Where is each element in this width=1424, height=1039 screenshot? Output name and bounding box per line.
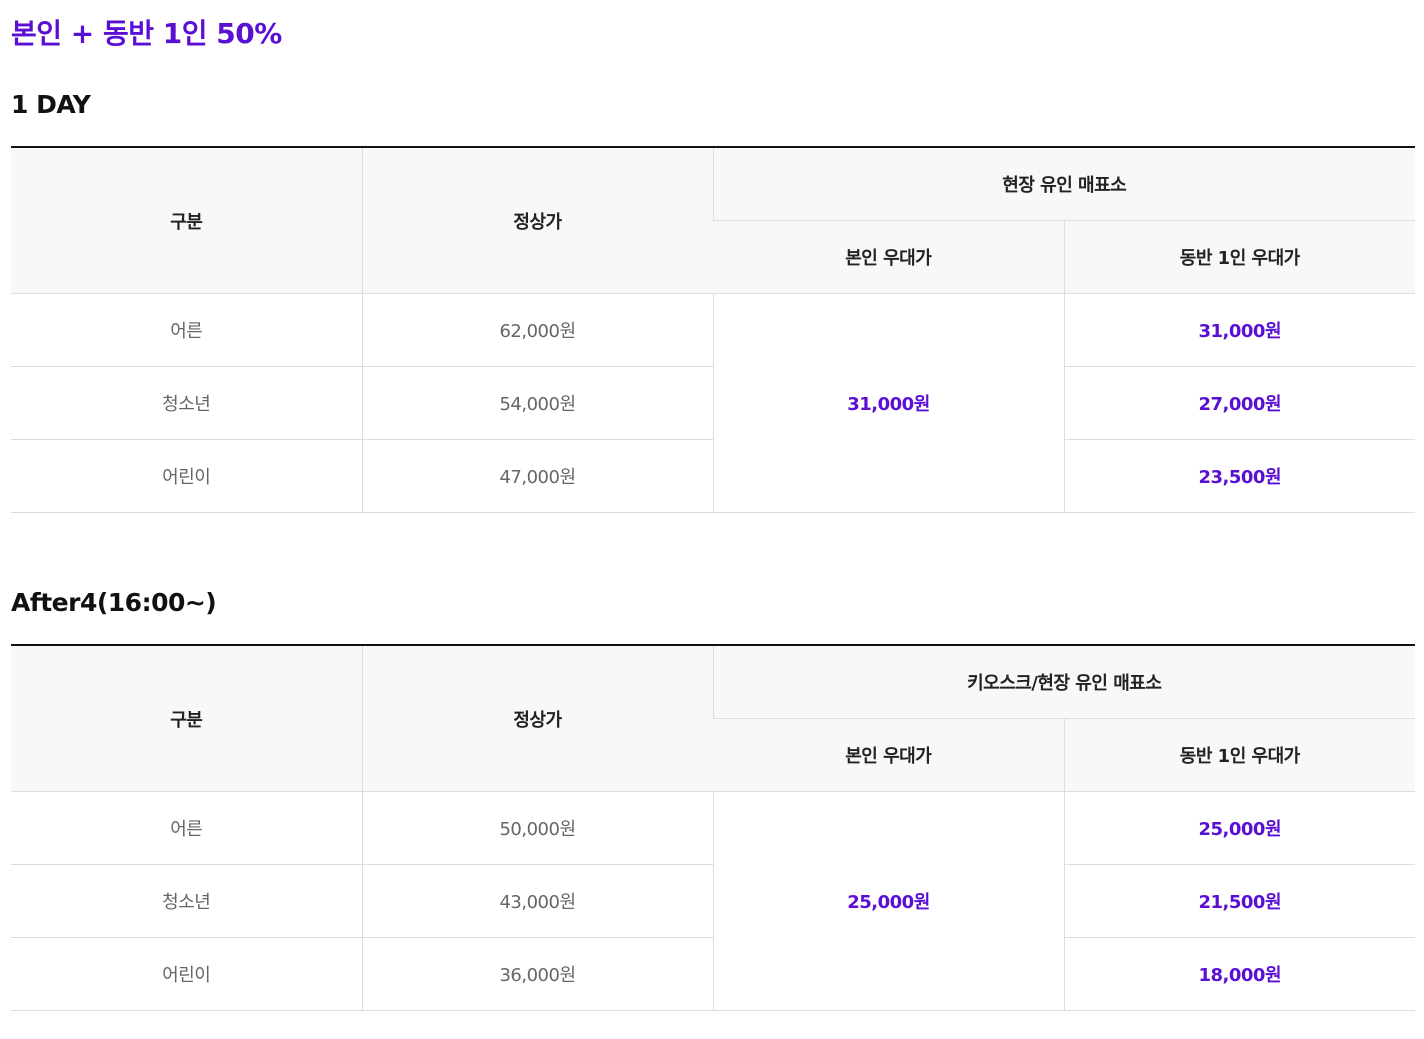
table-header-row: 구분 정상가 현장 유인 매표소 xyxy=(11,147,1416,294)
cell-regular-price: 36,000원 xyxy=(361,937,713,1011)
cell-companion-price: 25,000원 xyxy=(1063,791,1415,865)
section-title-after4: After4(16:00~) xyxy=(11,588,217,617)
cell-category: 어린이 xyxy=(11,439,362,513)
header-regular-price: 정상가 xyxy=(361,147,713,294)
cell-self-price: 31,000원 xyxy=(712,293,1064,513)
cell-regular-price: 62,000원 xyxy=(361,293,713,367)
cell-self-price: 25,000원 xyxy=(712,791,1064,1011)
price-table-1day: 구분 정상가 현장 유인 매표소 본인 우대가 동반 1인 우대가 어른 62,… xyxy=(11,146,1416,513)
price-table-after4: 구분 정상가 키오스크/현장 유인 매표소 본인 우대가 동반 1인 우대가 어… xyxy=(11,644,1415,1011)
table-header-row: 구분 정상가 키오스크/현장 유인 매표소 xyxy=(11,645,1415,792)
header-regular-price: 정상가 xyxy=(361,645,713,792)
section-title-1day: 1 DAY xyxy=(11,90,91,119)
header-self-discount: 본인 우대가 xyxy=(713,220,1064,294)
cell-regular-price: 50,000원 xyxy=(361,791,713,865)
cell-category: 어른 xyxy=(11,791,362,865)
cell-category: 청소년 xyxy=(11,864,362,938)
header-group: 현장 유인 매표소 xyxy=(712,147,1416,221)
header-companion-discount: 동반 1인 우대가 xyxy=(1063,718,1415,792)
header-category: 구분 xyxy=(11,147,362,294)
cell-companion-price: 27,000원 xyxy=(1063,366,1416,440)
cell-companion-price: 23,500원 xyxy=(1063,439,1416,513)
cell-regular-price: 43,000원 xyxy=(361,864,713,938)
table-row: 어른 62,000원 31,000원 31,000원 xyxy=(11,293,1416,513)
promo-title: 본인 + 동반 1인 50% xyxy=(11,17,282,50)
cell-companion-price: 18,000원 xyxy=(1063,937,1415,1011)
cell-companion-price: 31,000원 xyxy=(1063,293,1416,367)
cell-regular-price: 47,000원 xyxy=(361,439,713,513)
header-companion-discount: 동반 1인 우대가 xyxy=(1063,220,1416,294)
cell-companion-price: 21,500원 xyxy=(1063,864,1415,938)
header-category: 구분 xyxy=(11,645,362,792)
cell-regular-price: 54,000원 xyxy=(361,366,713,440)
page: 본인 + 동반 1인 50% 1 DAY 구분 정상가 현장 유인 매표소 본인… xyxy=(11,0,1416,1011)
header-self-discount: 본인 우대가 xyxy=(713,718,1064,792)
header-group: 키오스크/현장 유인 매표소 xyxy=(712,645,1415,719)
cell-category: 어린이 xyxy=(11,937,362,1011)
cell-category: 어른 xyxy=(11,293,362,367)
table-row: 어른 50,000원 25,000원 25,000원 xyxy=(11,791,1415,1011)
cell-category: 청소년 xyxy=(11,366,362,440)
